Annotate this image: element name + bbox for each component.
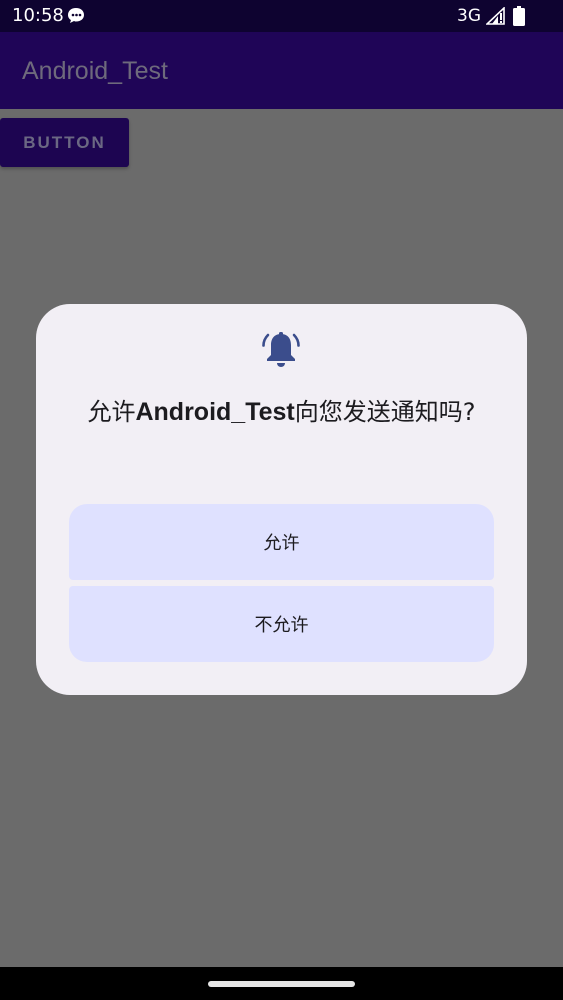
app-bar: Android_Test (0, 32, 563, 109)
chat-bubble-icon (67, 7, 86, 28)
main-button[interactable]: BUTTON (0, 118, 129, 167)
status-bar: 10:58 3G (0, 0, 563, 32)
status-time: 10:58 (12, 5, 64, 26)
cell-signal-icon (484, 6, 506, 29)
dialog-title-prefix: 允许 (87, 398, 136, 426)
navigation-bar (0, 967, 563, 1000)
battery-icon (513, 6, 525, 30)
network-type: 3G (457, 6, 481, 26)
deny-button[interactable]: 不允许 (69, 586, 494, 662)
app-title: Android_Test (22, 57, 168, 85)
bell-icon (262, 330, 300, 374)
notification-permission-dialog: 允许Android_Test向您发送通知吗? 允许 不允许 (36, 304, 527, 695)
allow-button[interactable]: 允许 (69, 504, 494, 580)
dialog-title: 允许Android_Test向您发送通知吗? (56, 392, 507, 433)
dialog-title-suffix: 向您发送通知吗? (294, 398, 476, 426)
home-gesture-handle[interactable] (208, 981, 355, 987)
dialog-title-app-name: Android_Test (135, 398, 295, 426)
